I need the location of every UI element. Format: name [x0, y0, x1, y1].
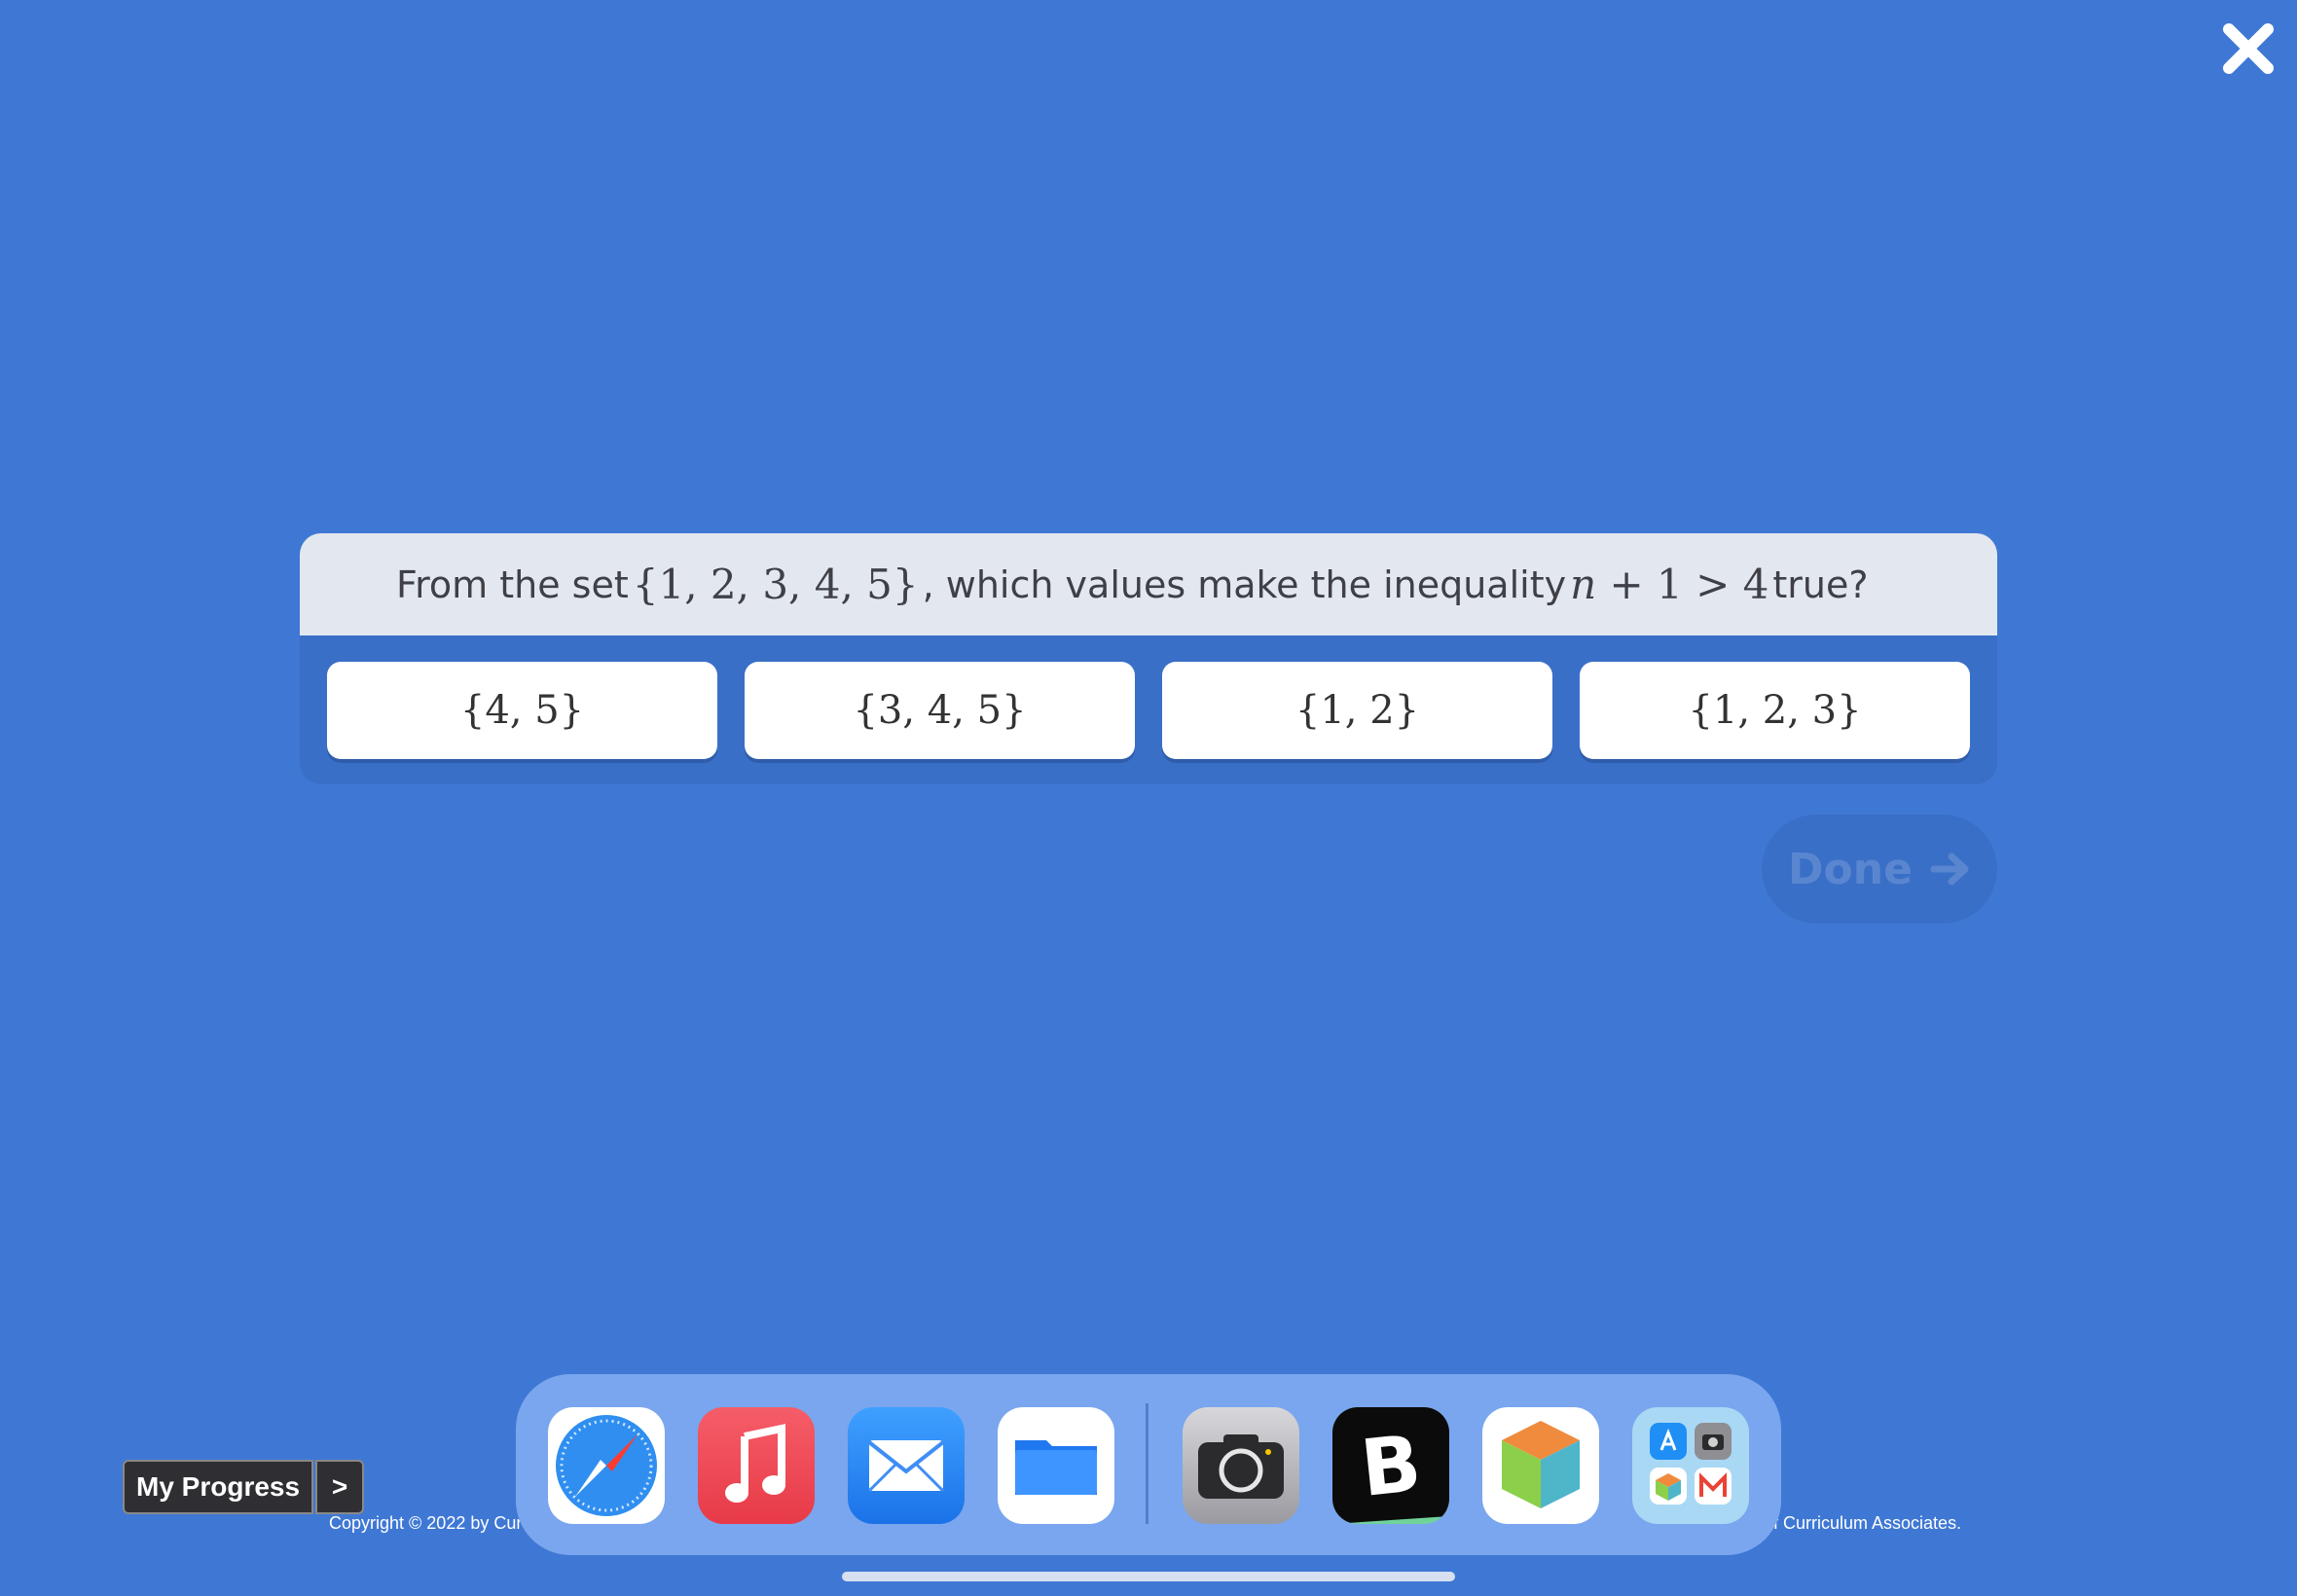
done-label: Done	[1788, 844, 1913, 894]
dock-app-mail[interactable]	[848, 1407, 965, 1524]
dock: B	[516, 1374, 1781, 1555]
dock-app-safari[interactable]	[548, 1407, 665, 1524]
my-progress-button[interactable]: My Progress	[123, 1460, 314, 1514]
inequality-variable: n	[1570, 561, 1597, 608]
close-button[interactable]	[2221, 21, 2276, 76]
dock-app-files[interactable]	[998, 1407, 1114, 1524]
answer-choice-4[interactable]: {1, 2, 3}	[1580, 662, 1970, 759]
close-icon	[2223, 23, 2274, 74]
safari-icon	[556, 1415, 657, 1516]
arrow-right-icon	[1930, 852, 1969, 886]
svg-text:B: B	[1357, 1418, 1425, 1514]
app-library-icon	[1650, 1423, 1732, 1505]
mail-icon	[867, 1440, 945, 1493]
my-progress[interactable]: My Progress >	[123, 1460, 365, 1514]
camera-icon	[1198, 1434, 1284, 1499]
question-prefix: From the set	[396, 562, 629, 606]
question-set: {1, 2, 3, 4, 5}	[632, 561, 919, 608]
answer-choice-3[interactable]: {1, 2}	[1162, 662, 1552, 759]
question-middle: , which values make the inequality	[922, 562, 1567, 606]
question-suffix: true?	[1772, 562, 1869, 606]
done-button[interactable]: Done	[1762, 815, 1997, 924]
inequality-rest: + 1 > 4	[1596, 561, 1769, 608]
dock-app-camera[interactable]	[1183, 1407, 1299, 1524]
question-inequality: n + 1 > 4	[1570, 561, 1768, 608]
dock-app-cube[interactable]	[1482, 1407, 1599, 1524]
blooket-icon: B	[1332, 1407, 1449, 1524]
answer-choices: {4, 5} {3, 4, 5} {1, 2} {1, 2, 3}	[327, 662, 1970, 759]
answer-choice-2[interactable]: {3, 4, 5}	[745, 662, 1135, 759]
answer-choice-1[interactable]: {4, 5}	[327, 662, 717, 759]
question-card: From the set {1, 2, 3, 4, 5} , which val…	[300, 533, 1997, 784]
cube-app-icon	[1502, 1421, 1580, 1508]
copyright-text-left: Copyright © 2022 by Cur	[329, 1513, 523, 1533]
music-icon	[725, 1424, 785, 1503]
dock-app-library[interactable]	[1632, 1407, 1749, 1524]
dock-app-blooket[interactable]: B	[1332, 1407, 1449, 1524]
folder-icon	[1015, 1440, 1097, 1495]
home-indicator[interactable]	[842, 1572, 1455, 1581]
dock-app-music[interactable]	[698, 1407, 815, 1524]
dock-divider	[1146, 1403, 1148, 1524]
copyright-text-right: of Curriculum Associates.	[1764, 1513, 1962, 1533]
my-progress-expand-button[interactable]: >	[315, 1460, 365, 1514]
question-text: From the set {1, 2, 3, 4, 5} , which val…	[300, 533, 1997, 635]
